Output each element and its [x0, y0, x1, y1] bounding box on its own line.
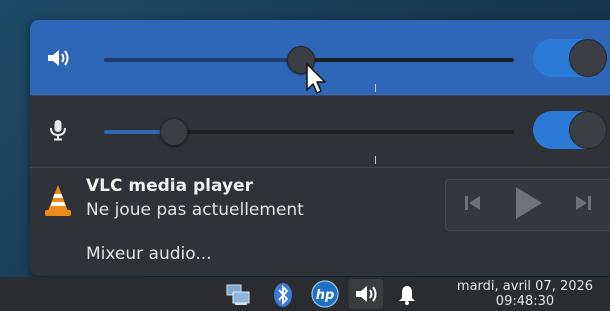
speaker-slider-fill — [104, 58, 301, 62]
bluetooth-icon[interactable] — [270, 282, 296, 308]
microphone-icon[interactable] — [46, 118, 70, 142]
network-icon[interactable] — [225, 282, 251, 308]
microphone-slider-tick — [374, 156, 376, 164]
speaker-toggle[interactable] — [533, 39, 607, 77]
previous-button[interactable] — [446, 180, 500, 230]
microphone-toggle-knob — [569, 111, 607, 149]
play-button[interactable] — [500, 180, 556, 230]
microphone-toggle[interactable] — [533, 111, 607, 149]
media-controls — [445, 179, 610, 231]
next-button[interactable] — [556, 180, 610, 230]
microphone-volume-slider[interactable] — [104, 118, 514, 164]
volume-icon[interactable] — [349, 279, 383, 309]
audio-mixer-link[interactable]: Mixeur audio... — [86, 244, 212, 264]
speaker-toggle-knob — [569, 39, 607, 77]
mouse-cursor-icon — [305, 62, 327, 96]
microphone-slider-handle[interactable] — [159, 118, 188, 146]
notification-bell-icon[interactable] — [394, 282, 420, 308]
play-icon — [513, 186, 543, 224]
previous-icon — [463, 194, 483, 216]
audio-mixer-row[interactable]: Mixeur audio... — [30, 234, 610, 276]
vlc-icon — [44, 184, 72, 218]
svg-text:hp: hp — [316, 288, 335, 303]
speaker-slider-tick — [374, 84, 376, 92]
clock-time: 09:48:30 — [495, 294, 555, 309]
taskbar-clock[interactable]: mardi, avril 07, 2026 09:48:30 — [440, 279, 610, 309]
media-player-status: Ne joue pas actuellement — [86, 200, 304, 220]
volume-popup: VLC media player Ne joue pas actuellemen… — [30, 20, 610, 276]
next-icon — [573, 194, 593, 216]
taskbar: hp mardi, avril 07, 2026 09:48:30 — [0, 277, 610, 311]
speaker-icon[interactable] — [46, 46, 70, 70]
clock-date: mardi, avril 07, 2026 — [456, 279, 594, 294]
media-player-title: VLC media player — [86, 176, 253, 196]
hp-icon[interactable]: hp — [309, 280, 341, 308]
microphone-volume-row — [30, 95, 610, 168]
media-player-row: VLC media player Ne joue pas actuellemen… — [30, 167, 610, 235]
